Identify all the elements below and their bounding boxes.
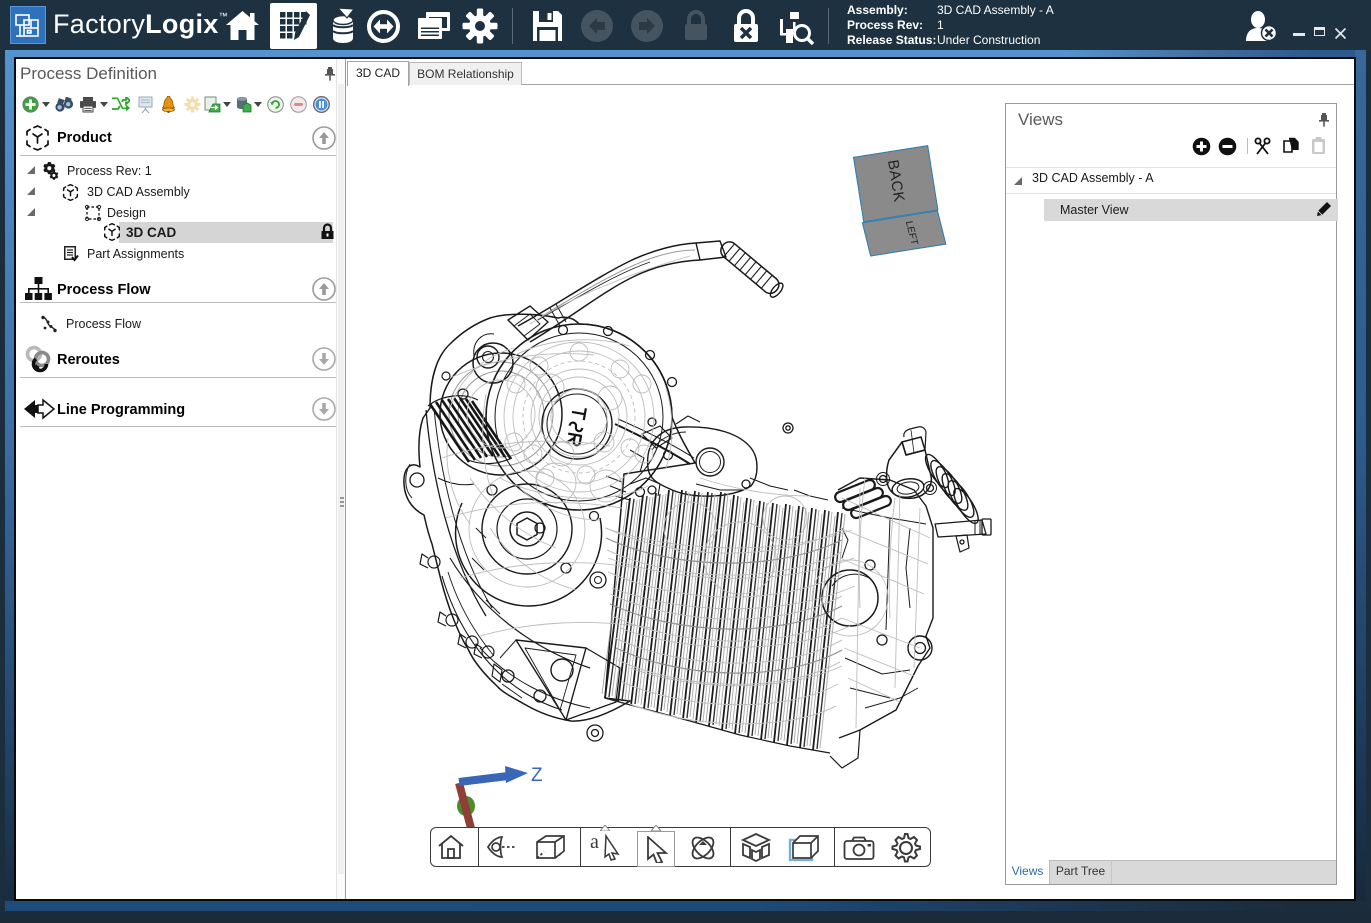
svg-text:a: a (590, 831, 599, 853)
svg-text:Z: Z (531, 765, 543, 786)
